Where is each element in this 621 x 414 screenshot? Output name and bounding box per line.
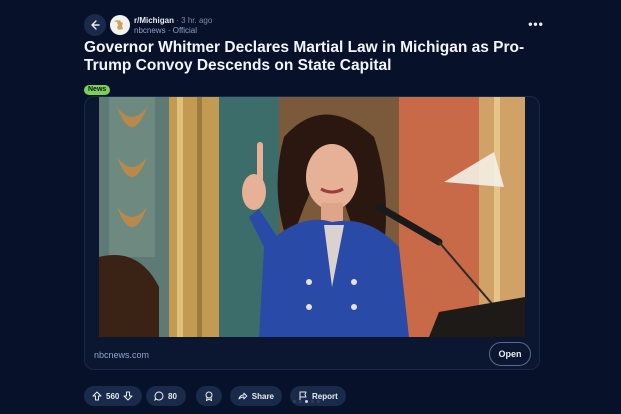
- author-name[interactable]: nbcnews: [134, 26, 166, 35]
- back-button[interactable]: [84, 14, 106, 36]
- author-separator: ·: [167, 26, 171, 35]
- post-header: r/Michigan · 3 hr. ago nbcnews · Officia…: [84, 14, 544, 38]
- post-meta: r/Michigan · 3 hr. ago: [134, 16, 212, 25]
- arrow-left-icon: [91, 20, 100, 30]
- meta-separator: ·: [176, 16, 179, 25]
- comments-button[interactable]: 80: [146, 386, 186, 406]
- author-line: nbcnews · Official: [134, 26, 197, 35]
- link-preview-image[interactable]: [99, 97, 525, 337]
- carousel-dot: [311, 400, 314, 403]
- award-button[interactable]: [196, 386, 222, 406]
- more-options-button[interactable]: •••: [528, 17, 544, 31]
- arrow-up-icon[interactable]: [92, 391, 102, 401]
- post-time: 3 hr. ago: [181, 16, 213, 25]
- open-link-button[interactable]: Open: [489, 342, 531, 366]
- carousel-dot-active: [305, 400, 308, 403]
- share-label: Share: [251, 391, 274, 401]
- carousel-dot: [293, 400, 296, 403]
- link-domain[interactable]: nbcnews.com: [94, 350, 149, 360]
- michigan-map-icon: [114, 20, 123, 30]
- post-flair[interactable]: News: [84, 85, 111, 95]
- subreddit-name[interactable]: r/Michigan: [134, 16, 174, 25]
- share-icon: [238, 392, 248, 400]
- comment-icon: [154, 391, 164, 401]
- arrow-down-icon[interactable]: [123, 391, 133, 401]
- share-button[interactable]: Share: [230, 386, 282, 406]
- official-badge: Official: [172, 26, 198, 35]
- carousel-dot: [317, 400, 320, 403]
- vote-count: 560: [106, 391, 120, 401]
- post-title[interactable]: Governor Whitmer Declares Martial Law in…: [84, 39, 544, 75]
- carousel-dot: [299, 400, 302, 403]
- more-horizontal-icon: •••: [528, 17, 544, 31]
- link-card[interactable]: nbcnews.com Open: [84, 96, 540, 370]
- action-bar: 560 80 Share Report: [84, 386, 384, 406]
- photo-of-speaker-at-podium-icon: [99, 97, 525, 337]
- subreddit-avatar[interactable]: [110, 15, 130, 35]
- award-icon: [205, 391, 213, 401]
- vote-control: 560: [84, 386, 142, 406]
- carousel-indicator: [293, 400, 320, 403]
- comment-count: 80: [168, 391, 177, 401]
- report-button[interactable]: Report: [290, 386, 346, 406]
